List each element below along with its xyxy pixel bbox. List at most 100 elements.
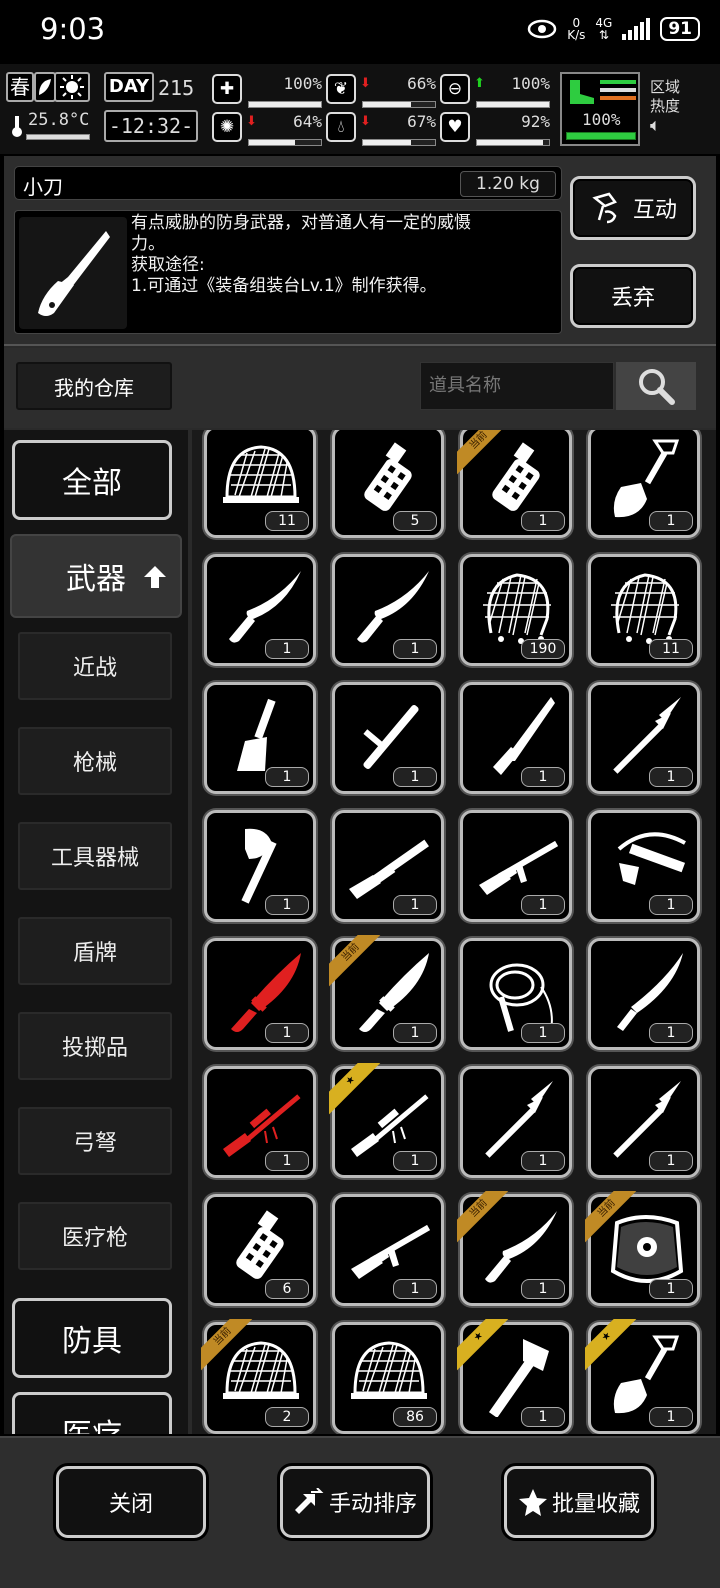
item-slot[interactable]: 1: [204, 554, 316, 666]
item-detail: 小刀 1.20 kg 有点威胁的防身武器，对普通人有一定的威慑 力。 获取途径:…: [4, 156, 716, 346]
stat-health: ✚ 100%: [212, 74, 324, 108]
speaker-icon[interactable]: 🔈︎: [650, 116, 680, 135]
item-count: 1: [649, 1279, 693, 1299]
item-count: 5: [393, 511, 437, 531]
item-slot[interactable]: 当前 1: [329, 935, 444, 1050]
item-description: 有点威胁的防身武器，对普通人有一定的威慑 力。 获取途径: 1.可通过《装备组装…: [131, 213, 471, 296]
item-count: 1: [265, 1151, 309, 1171]
subcategory-tools[interactable]: 工具器械: [18, 822, 172, 890]
subcategory-firearms[interactable]: 枪械: [18, 727, 172, 795]
item-slot[interactable]: 6: [204, 1194, 316, 1306]
game-clock: -12:32-: [104, 110, 198, 142]
stomach-icon: ❦: [326, 74, 356, 104]
stamina-value: 100%: [582, 110, 621, 129]
item-slot[interactable]: 当前 2: [201, 1319, 316, 1434]
stat-bar-fill: [363, 140, 412, 145]
item-count: 1: [265, 639, 309, 659]
item-slot[interactable]: 1: [204, 1066, 316, 1178]
category-sidebar: 全部 武器 近战 枪械 工具器械 盾牌 投掷品 弓弩 医疗枪 防具 医疗: [4, 430, 188, 1434]
item-count: 2: [265, 1407, 309, 1427]
close-button[interactable]: 关闭: [56, 1466, 206, 1538]
inventory-panel: 小刀 1.20 kg 有点威胁的防身武器，对普通人有一定的威慑 力。 获取途径:…: [4, 156, 716, 1434]
item-slot[interactable]: 1: [460, 1066, 572, 1178]
item-slot[interactable]: 当前 1: [457, 430, 572, 538]
item-count: 1: [393, 1151, 437, 1171]
item-count: 1: [265, 1023, 309, 1043]
item-slot[interactable]: 1: [588, 810, 700, 922]
subcategory-medical-guns[interactable]: 医疗枪: [18, 1202, 172, 1270]
category-medical[interactable]: 医疗: [12, 1392, 172, 1434]
item-count: 1: [393, 1023, 437, 1043]
category-all[interactable]: 全部: [12, 440, 172, 520]
batch-favorite-button[interactable]: 批量收藏: [504, 1466, 654, 1538]
subcategory-melee[interactable]: 近战: [18, 632, 172, 700]
search-button[interactable]: [616, 362, 696, 410]
item-slot[interactable]: 5: [332, 430, 444, 538]
item-thumbnail: [19, 217, 127, 329]
day-count: 215: [158, 76, 195, 100]
stat-bar-fill: [477, 140, 544, 145]
item-count: 1: [649, 895, 693, 915]
item-slot[interactable]: 1: [588, 1066, 700, 1178]
item-slot[interactable]: 86: [332, 1322, 444, 1434]
clock-time: 9:03: [40, 12, 106, 46]
item-count: 1: [649, 1407, 693, 1427]
category-armor[interactable]: 防具: [12, 1298, 172, 1378]
my-storage-tab[interactable]: 我的仓库: [16, 362, 172, 410]
eye-icon: [527, 19, 557, 39]
item-count: 6: [265, 1279, 309, 1299]
sort-arrows-icon: [294, 1488, 324, 1514]
item-weight: 1.20 kg: [460, 171, 556, 197]
item-slot[interactable]: 当前 1: [585, 1191, 700, 1306]
item-count: 1: [393, 767, 437, 787]
item-count: 1: [649, 1023, 693, 1043]
current-equipped-tag: 当前: [329, 935, 385, 991]
subcategory-throwables[interactable]: 投掷品: [18, 1012, 172, 1080]
item-count: 1: [521, 767, 565, 787]
item-slot[interactable]: 当前 1: [457, 1191, 572, 1306]
search-input[interactable]: 道具名称: [420, 362, 614, 410]
item-slot[interactable]: 1: [588, 430, 700, 538]
item-slot[interactable]: 1: [204, 682, 316, 794]
item-slot[interactable]: 190: [460, 554, 572, 666]
item-slot[interactable]: ★ 1: [457, 1319, 572, 1434]
item-slot[interactable]: 1: [460, 682, 572, 794]
item-slot[interactable]: ★ 1: [329, 1063, 444, 1178]
folding-knife-icon: [38, 231, 110, 316]
item-slot[interactable]: 1: [204, 810, 316, 922]
item-slot[interactable]: 11: [204, 430, 316, 538]
item-slot[interactable]: 1: [588, 938, 700, 1050]
stat-breath: ⊖ ⬆ 100%: [440, 74, 552, 108]
subcategory-shields[interactable]: 盾牌: [18, 917, 172, 985]
stat-mood: ♥ 92%: [440, 112, 552, 146]
item-slot[interactable]: 1: [332, 810, 444, 922]
day-label: DAY: [104, 72, 154, 102]
item-slot[interactable]: 11: [588, 554, 700, 666]
manual-sort-button[interactable]: 手动排序: [280, 1466, 430, 1538]
item-count: 1: [521, 1407, 565, 1427]
subcategory-bows[interactable]: 弓弩: [18, 1107, 172, 1175]
interact-button[interactable]: 互动: [570, 176, 696, 240]
item-grid: 11 5 当前 1 1 1 1 190 11 1 1 1 1 1 1 1 1 1 当前 1 1 1 1 ★ 1 1 1 6 1 当前 1 当前…: [192, 430, 716, 1434]
region-heat-label: 区域 热度 🔈︎: [650, 78, 681, 136]
item-slot[interactable]: 1: [460, 810, 572, 922]
stat-bar-fill: [249, 102, 321, 107]
temperature-bar: [26, 134, 90, 140]
category-weapons[interactable]: 武器: [10, 534, 182, 618]
item-count: 1: [521, 1279, 565, 1299]
discard-button[interactable]: 丢弃: [570, 264, 696, 328]
item-slot[interactable]: 1: [588, 682, 700, 794]
stamina-panel: 100%: [560, 72, 640, 146]
item-slot[interactable]: 1: [332, 682, 444, 794]
item-slot[interactable]: 1: [204, 938, 316, 1050]
current-equipped-tag: 当前: [457, 1191, 513, 1247]
arrow-up-icon: [144, 566, 166, 588]
item-slot[interactable]: ★ 1: [585, 1319, 700, 1434]
thermometer-icon: [12, 116, 22, 137]
item-count: 190: [521, 639, 565, 659]
stat-bar-fill: [477, 102, 549, 107]
item-slot[interactable]: 1: [332, 554, 444, 666]
item-slot[interactable]: 1: [460, 938, 572, 1050]
item-slot[interactable]: 1: [332, 1194, 444, 1306]
lungs-icon: ⊖: [440, 74, 470, 104]
